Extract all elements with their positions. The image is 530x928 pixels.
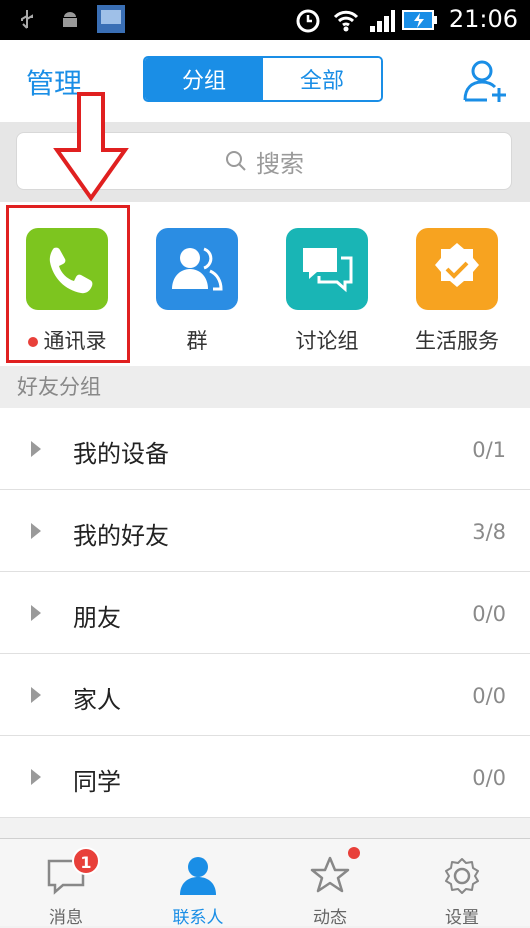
status-bar: 21:06 [0,0,530,40]
verified-badge-icon [435,243,479,287]
expand-arrow-icon [31,687,41,703]
quick-label: 群 [186,329,208,353]
group-count: 0/1 [472,438,506,462]
group-people-icon [172,247,223,291]
quick-label: 生活服务 [415,329,499,353]
contact-person-icon [180,857,216,895]
quick-label: 讨论组 [295,329,359,353]
list-item[interactable]: 家人 0/0 [0,654,530,736]
chat-bubbles-icon [303,248,353,293]
group-name: 朋友 [73,604,121,632]
unread-badge: 1 [72,847,100,875]
gear-icon [445,858,479,894]
quick-item-discussion[interactable]: 讨论组 [267,228,387,355]
alarm-icon [296,9,320,33]
tab-label: 联系人 [172,908,224,928]
group-count: 0/0 [472,684,506,708]
group-name: 家人 [73,686,121,714]
quick-icon-bg [416,228,498,310]
group-list: 我的设备 0/1 我的好友 3/8 朋友 0/0 家人 0/0 同学 0/0 [0,408,530,818]
down-arrow-annotation-icon [53,92,129,202]
bottom-tab-bar: 1 消息 联系人 动态 设置 [0,838,530,928]
add-contact-icon[interactable] [462,58,510,104]
clock: 21:06 [448,5,518,33]
star-icon [310,856,350,893]
notification-app-icon [97,5,125,33]
highlight-box [6,205,130,363]
group-count: 0/0 [472,766,506,790]
search-icon [226,151,246,171]
section-header: 好友分组 [0,366,530,408]
list-item[interactable]: 同学 0/0 [0,736,530,818]
quick-icon-bg [286,228,368,310]
tab-feeds[interactable]: 动态 [264,839,396,928]
expand-arrow-icon [31,441,41,457]
battery-icon [402,10,437,30]
expand-arrow-icon [31,605,41,621]
group-name: 同学 [73,768,121,796]
usb-icon [21,10,33,29]
group-count: 0/0 [472,602,506,626]
tab-settings[interactable]: 设置 [396,839,528,928]
wifi-icon [333,10,359,32]
group-count: 3/8 [472,520,506,544]
new-activity-dot [348,847,360,859]
segment-all[interactable]: 全部 [263,58,381,100]
tab-contacts[interactable]: 联系人 [132,839,264,928]
tab-messages[interactable]: 1 消息 [0,839,132,928]
group-name: 我的好友 [73,522,169,550]
segment-groups[interactable]: 分组 [145,58,263,100]
tab-label: 设置 [445,908,479,928]
quick-item-groups[interactable]: 群 [137,228,257,355]
quick-item-life-services[interactable]: 生活服务 [397,228,517,355]
expand-arrow-icon [31,523,41,539]
list-item[interactable]: 我的好友 3/8 [0,490,530,572]
tab-label: 消息 [49,908,83,928]
tab-label: 动态 [313,908,347,928]
list-item[interactable]: 朋友 0/0 [0,572,530,654]
android-icon [63,12,77,27]
segment-control: 分组 全部 [143,56,383,102]
search-placeholder: 搜索 [256,149,304,178]
signal-icon [370,10,395,32]
group-name: 我的设备 [73,440,169,468]
list-item[interactable]: 我的设备 0/1 [0,408,530,490]
expand-arrow-icon [31,769,41,785]
quick-icon-bg [156,228,238,310]
